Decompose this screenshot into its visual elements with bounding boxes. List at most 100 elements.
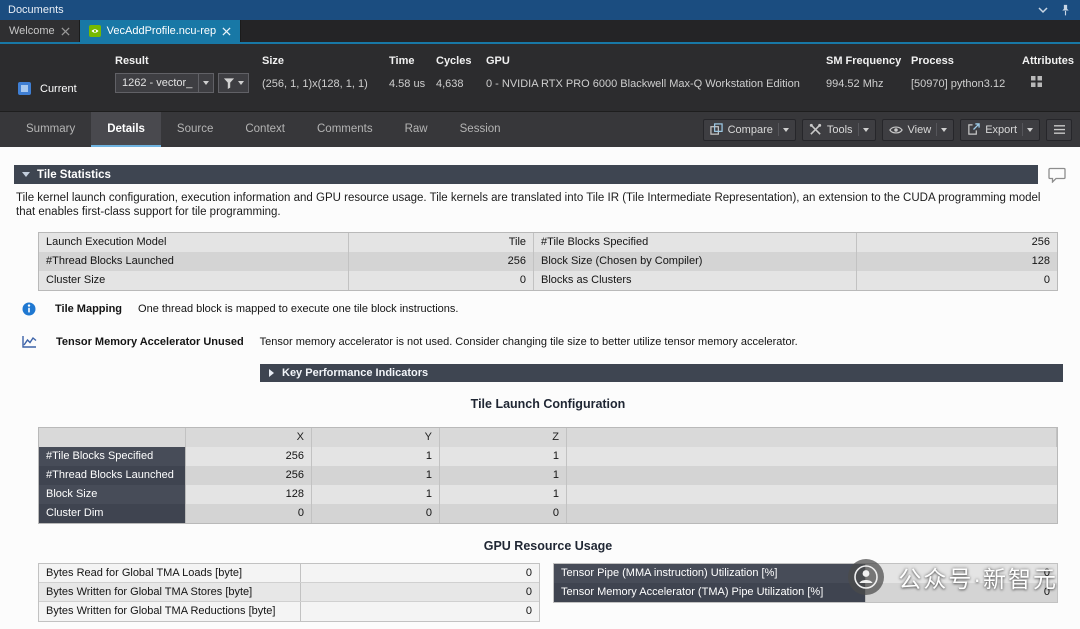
filter-button[interactable]: [218, 73, 249, 93]
compare-caret-icon[interactable]: [783, 128, 789, 132]
column-header-x: X: [186, 428, 312, 447]
tile-mapping-notice: Tile Mapping One thread block is mapped …: [22, 302, 1080, 316]
time-column: Time 4.58 us: [389, 54, 425, 91]
tile-launch-configuration-title: Tile Launch Configuration: [38, 397, 1058, 411]
page-tab-bar: Summary Details Source Context Comments …: [0, 112, 1080, 147]
table-row: Bytes Written for Global TMA Reductions …: [39, 602, 539, 621]
table-row: Tensor Memory Accelerator (TMA) Pipe Uti…: [554, 583, 1057, 602]
key-performance-indicators-header[interactable]: Key Performance Indicators: [260, 364, 1063, 382]
cell-y: 1: [312, 466, 440, 485]
view-eye-icon: [889, 124, 903, 136]
nsight-compute-window: Documents Welcome VecAddProfile.ncu-rep …: [0, 0, 1080, 629]
cell-z: 1: [440, 447, 567, 466]
tile-statistics-section-header[interactable]: Tile Statistics: [14, 165, 1038, 184]
tab-raw[interactable]: Raw: [389, 112, 444, 147]
cell-x: 256: [186, 466, 312, 485]
view-caret-icon[interactable]: [941, 128, 947, 132]
section-description: Tile kernel launch configuration, execut…: [16, 191, 1062, 219]
cell-x: 0: [186, 504, 312, 523]
tab-vecaddprofile[interactable]: VecAddProfile.ncu-rep: [80, 20, 241, 42]
row-label: Cluster Dim: [39, 504, 186, 523]
table-row: Tensor Pipe (MMA instruction) Utilizatio…: [554, 564, 1057, 583]
export-label: Export: [985, 124, 1017, 136]
filler-cell: [567, 447, 1057, 466]
gpu-column: GPU 0 - NVIDIA RTX PRO 6000 Blackwell Ma…: [486, 54, 800, 91]
sm-frequency-column: SM Frequency 994.52 Mhz: [826, 54, 901, 91]
stat-value: 256: [857, 233, 1057, 252]
metric-value: 0: [866, 583, 1057, 602]
attributes-grid-icon[interactable]: [1030, 75, 1043, 88]
tab-context[interactable]: Context: [229, 112, 301, 147]
attributes-column: Attributes: [1022, 54, 1074, 88]
stat-key: #Thread Blocks Launched: [39, 252, 349, 271]
expanded-arrow-icon: [22, 172, 30, 177]
stat-value: 0: [857, 271, 1057, 290]
metric-value: 0: [301, 602, 539, 621]
compare-button[interactable]: Compare: [703, 119, 796, 141]
toolbar-buttons: Compare Tools View Export: [703, 119, 1080, 141]
cell-x: 128: [186, 485, 312, 504]
compare-icon: [710, 123, 723, 136]
pin-icon[interactable]: [1059, 4, 1072, 17]
metric-label: Bytes Written for Global TMA Reductions …: [39, 602, 301, 621]
export-button[interactable]: Export: [960, 119, 1040, 141]
window-titlebar: Documents: [0, 0, 1080, 20]
hamburger-menu-icon: [1053, 124, 1066, 135]
tab-comments[interactable]: Comments: [301, 112, 389, 147]
metric-value: 0: [301, 564, 539, 582]
current-result-icon: [18, 82, 31, 95]
filter-caret-icon[interactable]: [238, 81, 244, 85]
table-row: Cluster Dim 0 0 0: [39, 504, 1057, 523]
notice-text: One thread block is mapped to execute on…: [138, 303, 458, 315]
column-header-z: Z: [440, 428, 567, 447]
tab-session[interactable]: Session: [444, 112, 517, 147]
tab-summary[interactable]: Summary: [10, 112, 91, 147]
current-label: Current: [40, 83, 77, 95]
table-row: #Tile Blocks Specified 256 1 1: [39, 447, 1057, 466]
notice-text: Tensor memory accelerator is not used. C…: [260, 336, 798, 348]
view-button[interactable]: View: [882, 119, 955, 141]
process-column: Process [50970] python3.12: [911, 54, 1005, 91]
result-select-value: 1262 - vector_: [116, 74, 198, 92]
process-label: Process: [911, 54, 1005, 68]
filler-cell: [567, 428, 1057, 447]
window-menu-icon[interactable]: [1037, 4, 1049, 16]
stat-key: Blocks as Clusters: [534, 271, 857, 290]
cell-z: 0: [440, 504, 567, 523]
row-label: #Tile Blocks Specified: [39, 447, 186, 466]
cycles-column: Cycles 4,638: [436, 54, 471, 91]
stat-key: Launch Execution Model: [39, 233, 349, 252]
stat-value: 0: [349, 271, 534, 290]
filler-cell: [567, 466, 1057, 485]
export-caret-icon[interactable]: [1027, 128, 1033, 132]
stat-value: 256: [349, 252, 534, 271]
comment-bubble-icon[interactable]: [1048, 167, 1066, 183]
gpu-resource-usage-title: GPU Resource Usage: [38, 539, 1058, 553]
process-value: [50970] python3.12: [911, 77, 1005, 91]
result-select[interactable]: 1262 - vector_: [115, 73, 214, 93]
tools-button[interactable]: Tools: [802, 119, 876, 141]
close-icon[interactable]: [222, 27, 231, 36]
tools-caret-icon[interactable]: [863, 128, 869, 132]
tab-welcome[interactable]: Welcome: [0, 20, 80, 42]
details-page-content: Tile Statistics Tile kernel launch confi…: [0, 147, 1080, 629]
tab-details[interactable]: Details: [91, 112, 161, 147]
cycles-value: 4,638: [436, 77, 471, 91]
info-icon: [22, 302, 36, 316]
tools-label: Tools: [827, 124, 853, 136]
size-column: Size (256, 1, 1)x(128, 1, 1): [262, 54, 368, 91]
table-row: Launch Execution Model Tile #Tile Blocks…: [39, 233, 1057, 252]
overflow-menu-button[interactable]: [1046, 119, 1072, 141]
tab-source[interactable]: Source: [161, 112, 229, 147]
result-header-bar: Current Result 1262 - vector_ Size (256,…: [0, 44, 1080, 112]
result-select-caret[interactable]: [198, 74, 213, 92]
metric-label: Tensor Pipe (MMA instruction) Utilizatio…: [554, 564, 866, 583]
stat-value: Tile: [349, 233, 534, 252]
line-chart-icon: [22, 335, 37, 348]
nvidia-icon: [89, 25, 101, 37]
time-value: 4.58 us: [389, 77, 425, 91]
close-icon[interactable]: [61, 27, 70, 36]
gpu-usage-right-table: Tensor Pipe (MMA instruction) Utilizatio…: [553, 563, 1058, 603]
filler-cell: [567, 485, 1057, 504]
notice-title: Tile Mapping: [55, 303, 122, 315]
